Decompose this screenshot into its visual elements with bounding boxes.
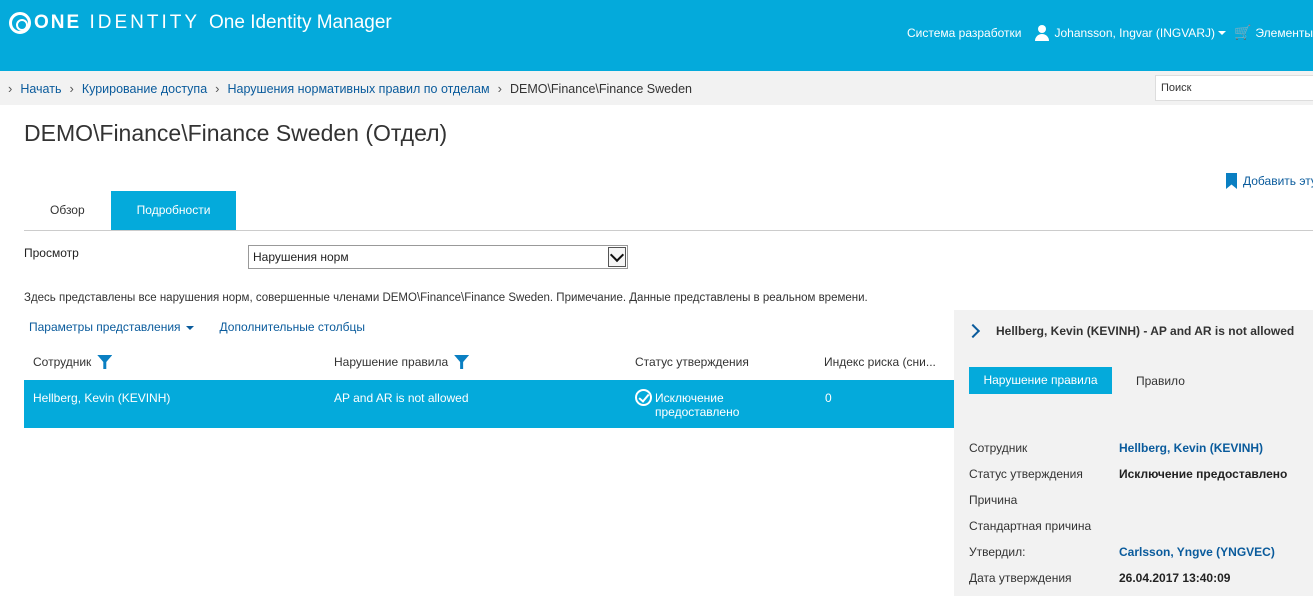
- cell-status-line1: Исключение: [655, 391, 724, 405]
- tab-rule-violation[interactable]: Нарушение правила: [969, 367, 1112, 394]
- breadcrumb: › Начать › Курирование доступа › Нарушен…: [8, 81, 692, 96]
- description-text: Здесь представлены все нарушения норм, с…: [24, 292, 868, 304]
- cart-items[interactable]: Элементы: [1255, 26, 1313, 40]
- column-header-risk[interactable]: Индекс риска (сни...: [824, 355, 936, 369]
- prop-value-approved-by[interactable]: Carlsson, Yngve (YNGVEC): [1119, 545, 1275, 559]
- prop-value-employee[interactable]: Hellberg, Kevin (KEVINH): [1119, 441, 1263, 455]
- page-title: DEMO\Finance\Finance Sweden (Отдел): [24, 120, 448, 146]
- tab-overview[interactable]: Обзор: [24, 191, 111, 230]
- tab-rule[interactable]: Правило: [1136, 374, 1185, 388]
- cell-status: Исключение предоставлено: [655, 391, 739, 419]
- prop-label-status: Статус утверждения: [969, 467, 1083, 481]
- breadcrumb-bar: › Начать › Курирование доступа › Нарушен…: [0, 71, 1313, 105]
- prop-label-employee: Сотрудник: [969, 441, 1028, 455]
- cell-violation: AP and AR is not allowed: [334, 391, 469, 405]
- filter-icon[interactable]: [454, 355, 470, 369]
- tab-details[interactable]: Подробности: [110, 191, 237, 230]
- column-header-label: Сотрудник: [33, 355, 92, 369]
- column-header-employee[interactable]: Сотрудник: [33, 355, 113, 369]
- breadcrumb-current: DEMO\Finance\Finance Sweden: [509, 81, 692, 96]
- add-bookmark-link[interactable]: Добавить эту: [1226, 173, 1313, 189]
- search-input[interactable]: Поиск: [1155, 75, 1313, 101]
- cell-employee: Hellberg, Kevin (KEVINH): [33, 391, 171, 405]
- view-params-label: Параметры представления: [29, 320, 181, 334]
- logo-text-rest: IDENTITY: [89, 12, 201, 33]
- column-header-label: Статус утверждения: [635, 355, 749, 369]
- column-header-label: Нарушение правила: [334, 355, 449, 369]
- view-select[interactable]: Нарушения норм: [248, 245, 628, 269]
- system-name[interactable]: Система разработки: [907, 26, 1021, 40]
- prop-label-standard-reason: Стандартная причина: [969, 519, 1092, 533]
- chevron-right-icon[interactable]: [965, 323, 981, 339]
- tab-bar: Обзор Подробности: [24, 191, 237, 230]
- detail-panel-header: Hellberg, Kevin (KEVINH) - AP and AR is …: [965, 323, 1295, 339]
- detail-panel-title: Hellberg, Kevin (KEVINH) - AP and AR is …: [996, 324, 1295, 338]
- chevron-down-icon[interactable]: [608, 247, 626, 267]
- header-right-menu: Система разработки Johansson, Ingvar (IN…: [907, 24, 1313, 41]
- logo-ring-icon: [9, 12, 31, 34]
- user-icon: [1035, 24, 1050, 41]
- cell-risk: 0: [825, 391, 832, 405]
- view-select-value: Нарушения норм: [253, 250, 349, 264]
- check-circle-icon: [635, 389, 652, 406]
- column-header-label: Индекс риска (сни...: [824, 355, 936, 369]
- cell-status-line2: предоставлено: [655, 405, 740, 419]
- breadcrumb-start[interactable]: Начать: [20, 82, 61, 96]
- prop-value-status: Исключение предоставлено: [1119, 467, 1288, 481]
- top-header: ONE IDENTITY One Identity Manager Систем…: [0, 0, 1313, 71]
- add-bookmark-label: Добавить эту: [1243, 174, 1313, 188]
- chevron-right-icon: ›: [8, 81, 13, 96]
- prop-value-approval-date: 26.04.2017 13:40:09: [1119, 571, 1231, 585]
- app-name: One Identity Manager: [209, 12, 392, 33]
- user-menu[interactable]: Johansson, Ingvar (INGVARJ): [1054, 26, 1215, 40]
- view-params-menu[interactable]: Параметры представления: [29, 320, 194, 334]
- column-header-status[interactable]: Статус утверждения: [635, 355, 749, 369]
- tab-divider: [24, 230, 1313, 231]
- chevron-right-icon: ›: [215, 81, 220, 96]
- extra-columns-link[interactable]: Дополнительные столбцы: [220, 320, 365, 334]
- chevron-right-icon: ›: [497, 81, 502, 96]
- prop-label-reason: Причина: [969, 493, 1018, 507]
- filter-icon[interactable]: [97, 355, 113, 369]
- table-row[interactable]: Hellberg, Kevin (KEVINH) AP and AR is no…: [24, 380, 954, 428]
- prop-label-approval-date: Дата утверждения: [969, 571, 1072, 585]
- breadcrumb-access-curation[interactable]: Курирование доступа: [82, 82, 207, 96]
- detail-panel: Hellberg, Kevin (KEVINH) - AP and AR is …: [954, 310, 1313, 596]
- user-menu-caret-icon[interactable]: [1217, 30, 1226, 35]
- chevron-right-icon: ›: [69, 81, 74, 96]
- view-label: Просмотр: [24, 246, 79, 260]
- logo-text-bold: ONE: [34, 12, 82, 33]
- cart-icon[interactable]: 🛒: [1234, 24, 1251, 41]
- bookmark-icon: [1226, 173, 1237, 189]
- caret-down-icon: [185, 325, 194, 330]
- breadcrumb-violations-by-department[interactable]: Нарушения нормативных правил по отделам: [228, 82, 490, 96]
- table-options: Параметры представления Дополнительные с…: [29, 320, 365, 334]
- column-header-violation[interactable]: Нарушение правила: [334, 355, 470, 369]
- one-identity-logo[interactable]: ONE IDENTITY: [9, 11, 200, 35]
- prop-label-approved-by: Утвердил:: [969, 545, 1026, 559]
